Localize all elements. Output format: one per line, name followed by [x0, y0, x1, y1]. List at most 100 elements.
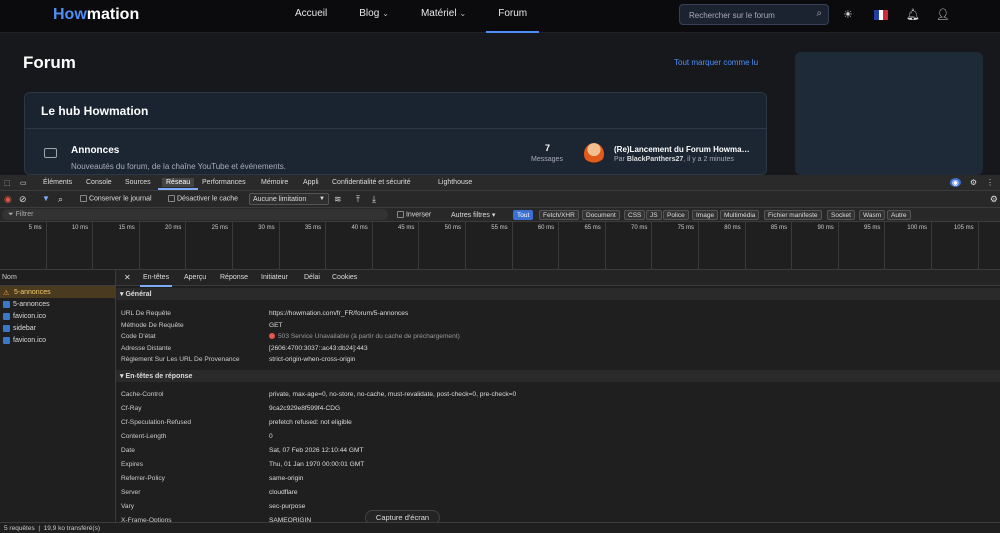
filter-font[interactable]: Police: [663, 210, 689, 220]
filter-js[interactable]: JS: [646, 210, 662, 220]
nav-materiel[interactable]: Matériel ⌄: [409, 0, 478, 33]
page-title: Forum: [23, 53, 76, 72]
tab-network[interactable]: Réseau: [157, 178, 199, 190]
disable-cache-checkbox[interactable]: Désactiver le cache: [168, 195, 238, 202]
more-filters-dropdown[interactable]: Autres filtres ▾: [451, 211, 495, 219]
device-toolbar-icon[interactable]: ▭: [20, 179, 27, 187]
tab-privacy-security[interactable]: Confidentialité et sécurité: [332, 179, 411, 186]
bell-icon[interactable]: 🔔︎: [906, 8, 920, 21]
inspect-element-icon[interactable]: ⬚: [4, 179, 11, 187]
request-list: Nom ⚠ 5-annonces 5-annonces favicon.ico s…: [0, 270, 116, 533]
throttle-select[interactable]: Aucune limitation ▼: [249, 193, 329, 205]
filter-all[interactable]: Tout: [513, 210, 534, 220]
user-icon[interactable]: 👤︎: [936, 8, 950, 21]
search-icon[interactable]: ⌕: [816, 8, 822, 19]
tab-lighthouse[interactable]: Lighthouse: [438, 179, 472, 186]
network-toolbar: ◉ ⊘ ▼ ⌕ Conserver le journal Désactiver …: [0, 191, 1000, 208]
filter-wasm[interactable]: Wasm: [859, 210, 886, 220]
last-post-author[interactable]: BlackPanthers27: [627, 156, 683, 163]
timeline-tick: 90 ms: [792, 222, 839, 270]
nav-accueil[interactable]: Accueil: [283, 0, 339, 33]
filter-media[interactable]: Multimédia: [720, 210, 760, 220]
tab-memory[interactable]: Mémoire: [261, 179, 288, 186]
last-post-title[interactable]: (Re)Lancement du Forum Howma…: [614, 145, 750, 154]
filter-input[interactable]: ⏷ Filtrer: [2, 209, 388, 220]
network-timeline[interactable]: 5 ms 10 ms 15 ms 20 ms 25 ms 30 ms 35 ms 40 ms 4…: [0, 222, 1000, 270]
record-icon[interactable]: ◉: [4, 194, 12, 205]
tab-initiator[interactable]: Initiateur: [261, 274, 288, 281]
close-icon[interactable]: ✕: [124, 273, 131, 282]
filter-fetch-xhr[interactable]: Fetch/XHR: [539, 210, 579, 220]
filter-other[interactable]: Autre: [887, 210, 911, 220]
ai-assistant-icon[interactable]: ◉: [949, 178, 961, 187]
category-title[interactable]: Annonces: [71, 145, 119, 156]
warning-icon: ⚠: [3, 289, 10, 297]
timeline-tick: 15 ms: [93, 222, 140, 270]
filter-document[interactable]: Document: [582, 210, 620, 220]
header-row: Méthode De Requête GET: [121, 322, 283, 329]
request-row[interactable]: favicon.ico: [0, 310, 115, 322]
header-row: Server cloudflare: [121, 489, 298, 496]
export-har-icon[interactable]: ⤓: [372, 194, 376, 205]
header-row: Cf-Ray 9ca2c929e8f599f4-CDG: [121, 405, 341, 412]
timeline-tick: 105 ms: [932, 222, 979, 270]
language-flag-icon[interactable]: [874, 10, 889, 20]
timeline-tick: 40 ms: [326, 222, 373, 270]
nav-blog[interactable]: Blog ⌄: [347, 0, 401, 33]
tab-sources[interactable]: Sources: [125, 179, 151, 186]
timeline-tick: 50 ms: [419, 222, 466, 270]
forum-search-input[interactable]: Rechercher sur le forum ⌕: [679, 4, 829, 25]
header-row: Referrer-Policy same-origin: [121, 475, 304, 482]
header-row: Cache-Control private, max-age=0, no-stor…: [121, 391, 517, 398]
search-icon[interactable]: ⌕: [58, 194, 63, 205]
tab-headers[interactable]: En-têtes: [139, 274, 173, 287]
messages-label: Messages: [531, 156, 563, 163]
mark-all-read-link[interactable]: Tout marquer comme lu: [674, 58, 758, 67]
filter-manifest[interactable]: Fichier manifeste: [764, 210, 822, 220]
timeline-tick: 30 ms: [233, 222, 280, 270]
tab-console[interactable]: Console: [86, 179, 112, 186]
tab-elements[interactable]: Éléments: [43, 179, 72, 186]
filter-socket[interactable]: Socket: [827, 210, 855, 220]
clear-icon[interactable]: ⊘: [19, 194, 27, 205]
tab-timing[interactable]: Délai: [304, 274, 320, 281]
invert-checkbox[interactable]: Inverser: [397, 211, 431, 218]
timeline-tick: 65 ms: [559, 222, 606, 270]
tab-performance[interactable]: Performances: [202, 179, 246, 186]
filter-image[interactable]: Image: [692, 210, 719, 220]
preserve-log-checkbox[interactable]: Conserver le journal: [80, 195, 152, 202]
header-row: Date Sat, 07 Feb 2026 12:10:44 GMT: [121, 447, 364, 454]
chevron-down-icon: ⌄: [459, 9, 467, 18]
request-row[interactable]: ⚠ 5-annonces: [0, 286, 115, 298]
request-row[interactable]: 5-annonces: [0, 298, 115, 310]
timeline-tick: 25 ms: [186, 222, 233, 270]
error-status-icon: [269, 333, 275, 340]
timeline-tick: 55 ms: [466, 222, 513, 270]
network-summary-bar: 5 requêtes | 19,9 ko transféré(s): [0, 522, 1000, 533]
filter-icon[interactable]: ▼: [42, 194, 50, 203]
header-row: Vary sec-purpose: [121, 503, 306, 510]
tab-cookies[interactable]: Cookies: [332, 274, 357, 281]
tab-application[interactable]: Appli: [303, 179, 319, 186]
gear-icon[interactable]: ⚙: [970, 178, 977, 187]
site-logo[interactable]: Howmation: [53, 6, 139, 24]
chevron-down-icon: ⌄: [382, 9, 389, 18]
network-settings-icon[interactable]: ⚙: [990, 194, 998, 205]
avatar[interactable]: [584, 143, 604, 165]
timeline-tick: 5 ms: [0, 222, 47, 270]
filter-css[interactable]: CSS: [624, 210, 646, 220]
document-icon: [3, 324, 10, 332]
tab-preview[interactable]: Aperçu: [184, 274, 206, 281]
request-row[interactable]: sidebar: [0, 322, 115, 334]
response-headers-section[interactable]: ▾ En-têtes de réponse: [116, 370, 1000, 382]
request-row[interactable]: favicon.ico: [0, 334, 115, 346]
theme-toggle-icon[interactable]: ☀: [843, 8, 853, 21]
kebab-menu-icon[interactable]: ⋮: [986, 178, 994, 187]
tab-response[interactable]: Réponse: [220, 274, 248, 281]
general-section-header[interactable]: ▾ Général: [116, 288, 1000, 300]
import-har-icon[interactable]: ⤒: [356, 194, 360, 205]
nav-forum[interactable]: Forum: [486, 0, 540, 33]
wifi-conditions-icon[interactable]: ≋: [334, 194, 342, 205]
timeline-tick: 100 ms: [885, 222, 932, 270]
column-name-header[interactable]: Nom: [0, 270, 115, 286]
